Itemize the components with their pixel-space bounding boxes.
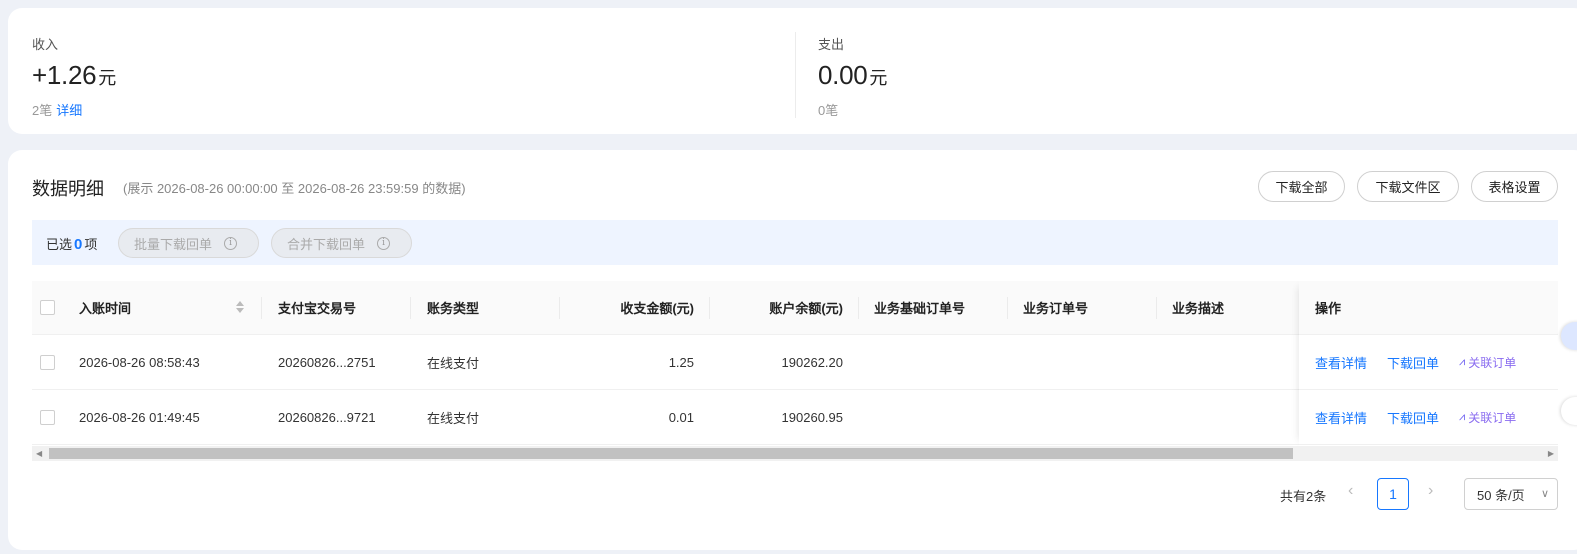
row-type: 在线支付 — [427, 355, 480, 371]
details-card: 数据明细 (展示 2026-08-26 00:00:00 至 2026-08-2… — [8, 150, 1577, 550]
page-1-button[interactable]: 1 — [1377, 478, 1409, 510]
row-type: 在线支付 — [427, 410, 480, 426]
column-divider — [410, 297, 411, 319]
row-trade-no: 20260826...9721 — [278, 409, 376, 425]
info-icon[interactable]: i — [377, 236, 391, 250]
row-amount: 0.01 — [668, 409, 694, 425]
income-amount: +1.26 — [32, 60, 97, 90]
col-header-balance: 账户余额(元) — [769, 301, 843, 316]
next-page-icon[interactable]: › — [1428, 482, 1433, 500]
income-value: +1.26 元 — [32, 60, 116, 91]
row-checkbox-cell — [40, 390, 55, 444]
row-checkbox-cell — [40, 335, 55, 389]
income-count: 2笔 详细 — [32, 100, 82, 119]
row-time: 2026-08-26 01:49:45 — [79, 409, 200, 425]
fixed-actions-column — [1299, 281, 1558, 446]
select-all-cell — [40, 281, 55, 334]
selection-count: 已选 0 项 — [46, 234, 97, 253]
details-subtitle: (展示 2026-08-26 00:00:00 至 2026-08-26 23:… — [123, 181, 466, 196]
column-divider — [1156, 297, 1157, 319]
scroll-left-icon[interactable]: ◀ — [36, 449, 42, 458]
summary-divider — [795, 32, 796, 118]
row-checkbox[interactable] — [40, 354, 55, 370]
horizontal-scrollbar[interactable]: ◀ ▶ — [32, 446, 1558, 461]
download-zone-button[interactable]: 下载文件区 — [1357, 171, 1459, 202]
merge-download-button[interactable]: 合并下载回单 i — [271, 228, 412, 258]
expense-unit: 元 — [869, 68, 888, 88]
col-header-time[interactable]: 入账时间 — [79, 281, 131, 334]
pagination-total: 共有2条 — [1280, 489, 1327, 504]
income-label: 收入 — [32, 37, 59, 52]
details-title: 数据明细 — [32, 179, 104, 199]
col-header-desc: 业务描述 — [1172, 301, 1225, 316]
selection-suffix: 项 — [84, 237, 98, 252]
col-header-order: 业务订单号 — [1023, 301, 1089, 316]
col-header-type: 账务类型 — [427, 301, 480, 316]
page-size-select[interactable]: 50 条/页 ∨ — [1464, 478, 1558, 510]
selection-number: 0 — [74, 236, 83, 253]
download-all-button[interactable]: 下载全部 — [1258, 171, 1345, 202]
row-checkbox[interactable] — [40, 409, 55, 425]
income-detail-link[interactable]: 详细 — [56, 103, 82, 118]
prev-page-icon[interactable]: ‹ — [1348, 482, 1353, 500]
summary-card: 收入 +1.26 元 2笔 详细 支出 0.00 元 0笔 — [8, 8, 1577, 134]
expense-label: 支出 — [818, 37, 845, 52]
page-size-label: 50 条/页 — [1477, 487, 1525, 503]
row-balance: 190260.95 — [781, 409, 843, 425]
col-header-base-order: 业务基础订单号 — [874, 301, 966, 316]
expense-value: 0.00 元 — [818, 60, 887, 91]
merge-download-label: 合并下载回单 — [287, 236, 366, 252]
scroll-right-icon[interactable]: ▶ — [1548, 449, 1554, 458]
chevron-down-icon: ∨ — [1540, 488, 1549, 500]
selection-bar: 已选 0 项 批量下载回单 i 合并下载回单 i — [32, 220, 1558, 265]
row-balance: 190262.20 — [781, 354, 843, 370]
col-header-trade-no: 支付宝交易号 — [278, 301, 357, 316]
row-trade-no: 20260826...2751 — [278, 354, 376, 370]
income-count-text: 2笔 — [32, 103, 53, 118]
expense-amount: 0.00 — [818, 60, 868, 90]
batch-download-button[interactable]: 批量下载回单 i — [118, 228, 259, 258]
select-all-checkbox[interactable] — [40, 300, 55, 315]
transactions-table: 入账时间 支付宝交易号 账务类型 收支金额(元) 账户余额(元) 业务基础订单号… — [32, 281, 1558, 461]
info-icon[interactable]: i — [224, 236, 238, 250]
scrollbar-thumb[interactable] — [49, 448, 1293, 459]
column-divider — [858, 297, 859, 319]
batch-download-label: 批量下载回单 — [134, 236, 213, 252]
table-settings-button[interactable]: 表格设置 — [1471, 171, 1558, 202]
row-amount: 1.25 — [668, 354, 694, 370]
column-divider — [261, 297, 262, 319]
column-divider — [1007, 297, 1008, 319]
col-header-amount: 收支金额(元) — [620, 301, 694, 316]
selection-prefix: 已选 — [46, 237, 73, 252]
expense-count: 0笔 — [818, 103, 839, 118]
income-unit: 元 — [98, 68, 116, 88]
sort-icon[interactable] — [235, 301, 245, 317]
row-time: 2026-08-26 08:58:43 — [79, 354, 200, 370]
